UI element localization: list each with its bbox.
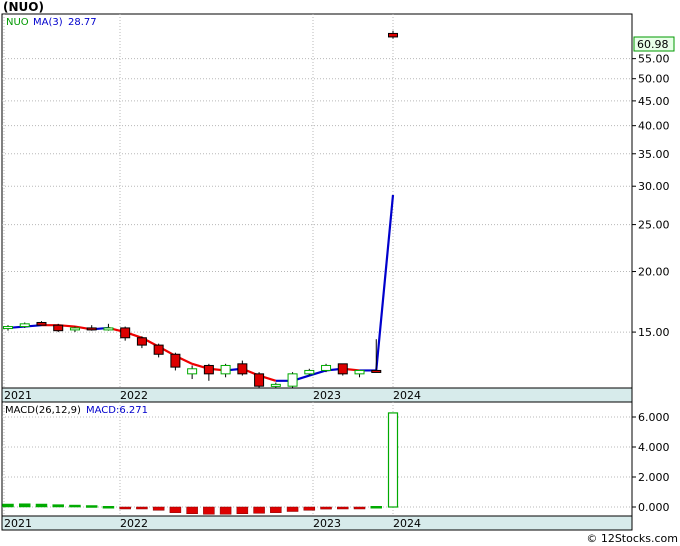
macd-bar [152, 506, 165, 511]
watermark: © 12Stocks.com [586, 532, 678, 545]
candle [53, 324, 64, 332]
price-y-tick-label: 20.00 [638, 266, 670, 279]
macd-x-tick-label: 2022 [120, 517, 148, 530]
macd-y-tick-label: 2.000 [638, 471, 670, 484]
candle [153, 344, 164, 355]
macd-bar [303, 506, 316, 511]
candle [270, 383, 281, 387]
price-x-tick-label: 2021 [4, 389, 32, 402]
macd-bar [2, 503, 14, 508]
candle [354, 369, 365, 375]
macd-x-tick-label: 2021 [4, 517, 32, 530]
price-y-tick-label: 15.00 [638, 326, 670, 339]
candle [136, 337, 147, 346]
price-y-tick-label: 40.00 [638, 120, 670, 133]
macd-bar [320, 506, 332, 510]
macd-bar [353, 506, 366, 510]
macd-bar [85, 505, 98, 508]
price-y-tick-label: 45.00 [638, 95, 670, 108]
price-tag: 60.98 [637, 38, 669, 51]
macd-legend-params: MACD(26,12,9) [5, 405, 81, 416]
price-y-tick-label: 55.00 [638, 53, 670, 66]
candle [287, 373, 298, 387]
candle [220, 364, 231, 375]
price-y-tick-label: 30.00 [638, 180, 670, 193]
macd-bar [18, 503, 31, 508]
price-x-tick-label: 2023 [313, 389, 341, 402]
candle [388, 32, 398, 38]
macd-panel [1, 401, 633, 517]
candle [19, 323, 30, 328]
candle [203, 364, 214, 375]
macd-bar [69, 504, 81, 508]
candle [187, 368, 198, 375]
macd-bar [35, 503, 48, 508]
stock-chart: 55.00 50.00 45.00 40.00 35.00 30.00 25.00 20.00… [1, 0, 678, 545]
macd-y-tick-label: 6.000 [638, 411, 670, 424]
ticker-title: (NUO) [3, 0, 44, 14]
macd-x-tick-label: 2024 [393, 517, 421, 530]
macd-bar [186, 506, 198, 514]
price-y-tick-label: 35.00 [638, 148, 670, 161]
macd-legend-value: MACD:6.271 [86, 405, 148, 416]
candle [304, 369, 315, 375]
macd-bar [203, 506, 215, 515]
macd-bar [219, 506, 232, 515]
candle [36, 321, 47, 326]
macd-y-tick-label: 4.000 [638, 441, 670, 454]
candle [237, 363, 248, 375]
candle [337, 363, 348, 375]
macd-bar [119, 506, 131, 510]
macd-bar [286, 506, 299, 512]
price-y-tick-label: 25.00 [638, 219, 670, 232]
candle [120, 327, 131, 339]
candle [86, 327, 97, 331]
legend-symbol: NUO [6, 17, 29, 28]
price-x-tick-label: 2024 [393, 389, 421, 402]
macd-bar [270, 506, 282, 513]
macd-bar [52, 504, 64, 508]
candle [371, 369, 382, 373]
macd-bar [337, 506, 349, 510]
macd-bar [370, 506, 383, 509]
macd-bar [102, 506, 115, 509]
legend-ma-value: 28.77 [68, 17, 97, 28]
candle [69, 327, 80, 331]
candle [103, 327, 114, 331]
candle [321, 364, 332, 371]
macd-bar [169, 506, 182, 513]
legend-ma-label: MA(3) [33, 17, 63, 28]
macd-bar [253, 506, 265, 514]
price-y-tick-label: 50.00 [638, 73, 670, 86]
price-x-tick-label: 2022 [120, 389, 148, 402]
candle [254, 373, 265, 387]
candle [170, 353, 181, 368]
macd-bar [236, 506, 249, 514]
macd-bar [387, 412, 399, 508]
macd-bar [136, 506, 148, 510]
candle [3, 326, 13, 330]
macd-x-tick-label: 2023 [313, 517, 341, 530]
macd-y-tick-label: 0.000 [638, 501, 670, 514]
